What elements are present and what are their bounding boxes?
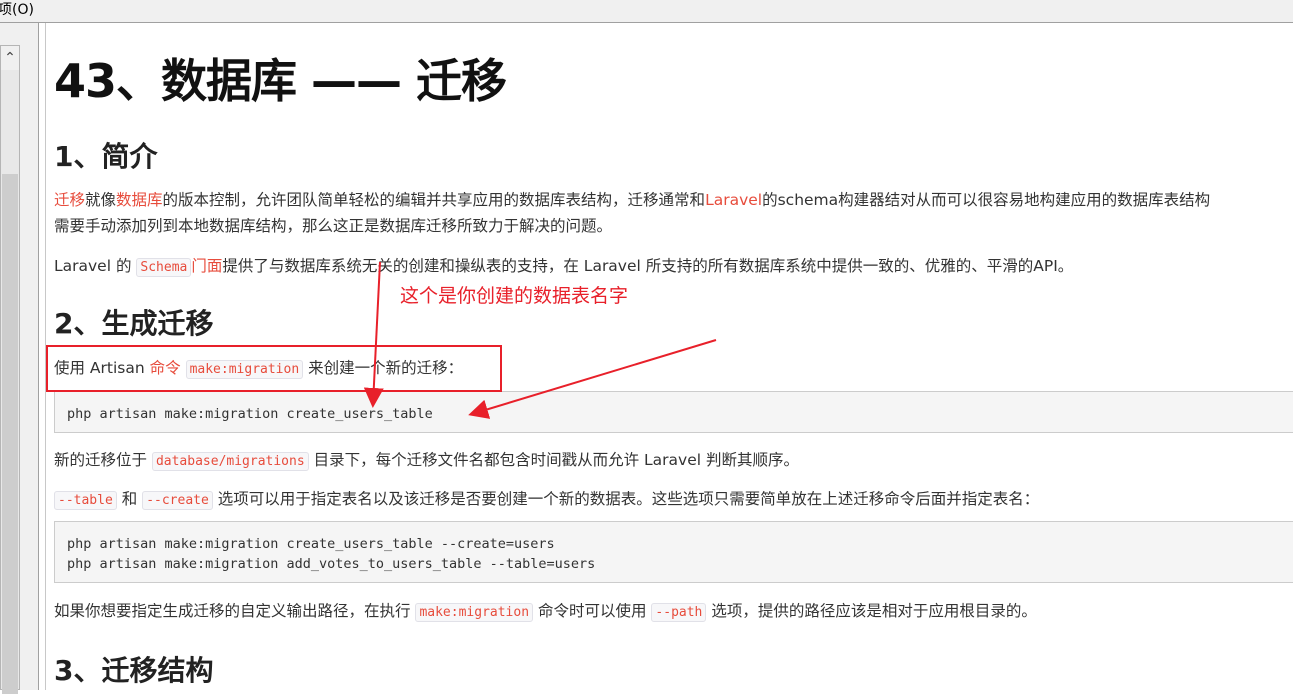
text: Laravel 的 (54, 257, 132, 275)
inline-code-create-option: --create (142, 491, 213, 510)
code-line: php artisan make:migration add_votes_to_… (67, 556, 596, 572)
link-migration[interactable]: 迁移 (54, 191, 85, 209)
intro-paragraph-line2: 需要手动添加列到本地数据库结构，那么这正是数据库迁移所致力于解决的问题。 (54, 217, 613, 235)
text: 和 (121, 490, 138, 508)
menu-bar: 项(O) (0, 0, 1293, 23)
path-paragraph: 如果你想要指定生成迁移的自定义输出路径，在执行 make:migration 命… (54, 599, 1037, 622)
intro-paragraph: 迁移就像数据库的版本控制，允许团队简单轻松的编辑并共享应用的数据库表结构，迁移通… (54, 188, 1210, 210)
text: 就像 (85, 191, 117, 209)
text: 新的迁移位于 (54, 451, 148, 469)
text: 的版本控制，允许团队简单轻松的编辑并共享应用的数据库表结构，迁移通常和 (162, 191, 706, 209)
text: 选项，提供的路径应该是相对于应用根目录的。 (711, 602, 1037, 620)
inline-code-migrations-path: database/migrations (151, 452, 309, 471)
scroll-up-icon[interactable]: ⌃ (1, 46, 19, 70)
text: 的schema构建器结对从而可以很容易地构建应用的数据库表结构 (762, 191, 1211, 209)
menu-item-options[interactable]: 项(O) (0, 2, 34, 18)
annotation-label: 这个是你创建的数据表名字 (400, 285, 629, 307)
inline-code-table-option: --table (54, 491, 117, 510)
vertical-scrollbar[interactable]: ⌃ (0, 45, 20, 694)
text: 命令时可以使用 (537, 602, 647, 620)
text: 目录下，每个迁移文件名都包含时间戳从而允许 Laravel 判断其顺序。 (313, 451, 799, 469)
schema-paragraph: Laravel 的 Schema 门面提供了与数据库系统无关的创建和操纵表的支持，… (54, 254, 1074, 277)
code-line: php artisan make:migration create_users_… (67, 536, 555, 552)
code-block-create-users: php artisan make:migration create_users_… (54, 391, 1293, 433)
inline-code-schema: Schema (136, 258, 192, 277)
text: 如果你想要指定生成迁移的自定义输出路径，在执行 (54, 602, 411, 620)
inline-code-path-option: --path (651, 603, 707, 622)
code-block-options: php artisan make:migration create_users_… (54, 521, 1293, 583)
text: 选项可以用于指定表名以及该迁移是否要创建一个新的数据表。这些选项只需要简单放在上… (217, 490, 1040, 508)
link-laravel[interactable]: Laravel (705, 191, 762, 209)
options-paragraph: --table 和 --create 选项可以用于指定表名以及该迁移是否要创建一… (54, 487, 1040, 510)
link-facade[interactable]: 门面 (191, 257, 222, 275)
section-heading-structure: 3、迁移结构 (54, 654, 214, 687)
text: 提供了与数据库系统无关的创建和操纵表的支持，在 Laravel 所支持的所有数据… (222, 257, 1074, 275)
section-heading-generate: 2、生成迁移 (54, 307, 214, 340)
inline-code-make-migration-2: make:migration (415, 603, 534, 622)
section-heading-intro: 1、简介 (54, 140, 158, 173)
annotation-highlight-box (46, 345, 502, 392)
scrollbar-thumb[interactable] (2, 174, 18, 694)
link-database[interactable]: 数据库 (116, 191, 163, 209)
location-paragraph: 新的迁移位于 database/migrations 目录下，每个迁移文件名都包… (54, 448, 799, 471)
page-title: 43、数据库 —— 迁移 (54, 54, 507, 108)
